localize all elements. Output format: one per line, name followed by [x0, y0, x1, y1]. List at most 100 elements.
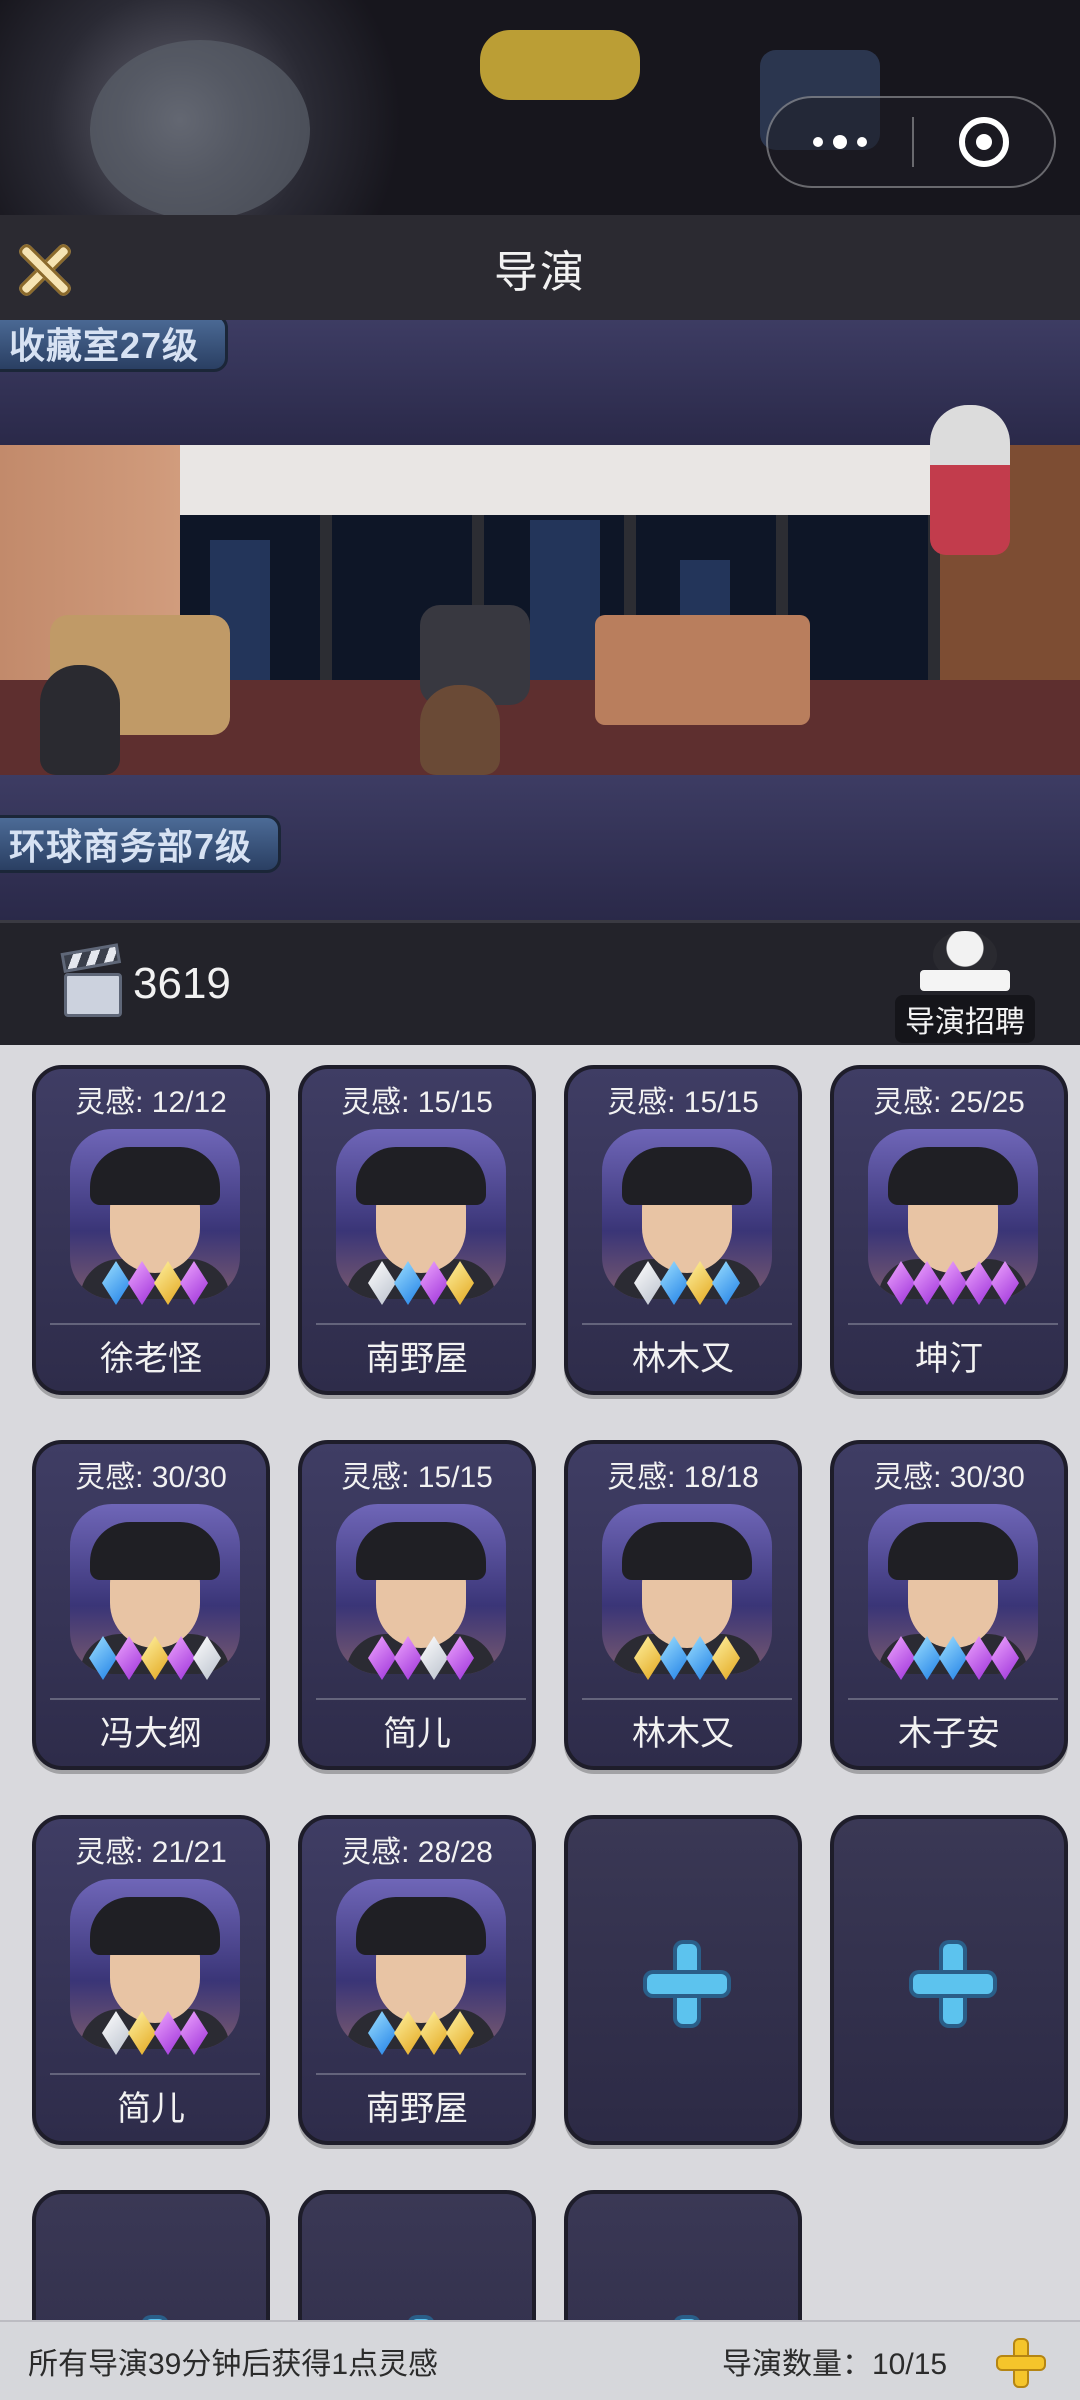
gem-icon [446, 2011, 474, 2055]
app-root: 导演 收藏室27级 环球商务部7级 3619 导演招聘 灵感: 12/12 徐老… [0, 0, 1080, 2400]
gem-icon [634, 1636, 662, 1680]
target-icon [959, 117, 1009, 167]
empty-director-slot[interactable] [32, 2190, 270, 2325]
add-director-slot-icon[interactable] [998, 2340, 1044, 2386]
gem-icon [991, 1261, 1019, 1305]
gem-icon [913, 1636, 941, 1680]
gem-icon [712, 1261, 740, 1305]
gem-icon [368, 2011, 396, 2055]
inspiration-label: 灵感: 21/21 [75, 1836, 227, 1869]
empty-director-slot[interactable] [564, 1815, 802, 2145]
gem-rating [70, 1636, 240, 1682]
paper-icon [920, 969, 1010, 991]
film-score: 3619 [133, 959, 231, 1008]
director-card[interactable]: 灵感: 15/15 南野屋 [298, 1065, 536, 1395]
gem-icon [394, 2011, 422, 2055]
gem-icon [712, 1636, 740, 1680]
inspiration-label: 灵感: 15/15 [607, 1086, 759, 1119]
gem-rating [336, 2011, 506, 2057]
empty-director-slot[interactable] [830, 1815, 1068, 2145]
director-card[interactable]: 灵感: 12/12 徐老怪 [32, 1065, 270, 1395]
building-scene: 收藏室27级 环球商务部7级 [0, 320, 1080, 920]
gem-icon [420, 1261, 448, 1305]
gem-icon [154, 2011, 182, 2055]
scene-object [480, 30, 640, 100]
director-name: 简儿 [383, 1715, 451, 1753]
director-count: 导演数量：10/15 [722, 2348, 948, 2381]
director-card[interactable]: 灵感: 30/30 冯大纲 [32, 1440, 270, 1770]
director-card[interactable]: 灵感: 15/15 简儿 [298, 1440, 536, 1770]
more-options-button[interactable] [768, 98, 912, 186]
dot-icon [857, 137, 867, 147]
page-title: 导演 [494, 247, 586, 297]
footer-bar: 所有导演39分钟后获得1点灵感 导演数量：10/15 [0, 2320, 1080, 2400]
director-card[interactable]: 灵感: 21/21 简儿 [32, 1815, 270, 2145]
office-room [0, 405, 1080, 775]
dot-icon [813, 137, 823, 147]
director-card[interactable]: 灵感: 18/18 林木又 [564, 1440, 802, 1770]
character-director[interactable] [930, 405, 1010, 555]
director-panel: 3619 导演招聘 灵感: 12/12 徐老怪 灵感: 15/15 南野屋 灵感: 15… [0, 920, 1080, 2400]
room-sign-mid[interactable]: 环球商务部7级 [0, 815, 282, 873]
director-grid: 灵感: 12/12 徐老怪 灵感: 15/15 南野屋 灵感: 15/15 林木又 灵感: … [0, 1045, 1080, 2325]
gem-rating [336, 1636, 506, 1682]
director-name: 坤汀 [915, 1340, 983, 1378]
character-npc[interactable] [40, 665, 120, 775]
director-name: 徐老怪 [100, 1340, 202, 1378]
recruit-label: 导演招聘 [895, 995, 1035, 1043]
inspiration-label: 灵感: 30/30 [75, 1461, 227, 1494]
director-card[interactable]: 灵感: 15/15 林木又 [564, 1065, 802, 1395]
plus-icon [647, 1944, 727, 2024]
gem-icon [420, 2011, 448, 2055]
scene-object [90, 40, 310, 220]
director-card[interactable]: 灵感: 28/28 南野屋 [298, 1815, 536, 2145]
director-card[interactable]: 灵感: 30/30 木子安 [830, 1440, 1068, 1770]
gem-icon [420, 1636, 448, 1680]
character-npc[interactable] [420, 685, 500, 775]
header-bar: 导演 [0, 215, 1080, 320]
gem-rating [336, 1261, 506, 1307]
gem-icon [887, 1636, 915, 1680]
director-name: 南野屋 [366, 2090, 468, 2128]
close-icon[interactable] [14, 239, 74, 299]
plus-icon [913, 1944, 993, 2024]
gem-icon [394, 1636, 422, 1680]
inspiration-label: 灵感: 25/25 [873, 1086, 1025, 1119]
inspiration-label: 灵感: 15/15 [341, 1086, 493, 1119]
gem-icon [446, 1261, 474, 1305]
director-name: 林木又 [632, 1715, 734, 1753]
gem-icon [128, 2011, 156, 2055]
empty-director-slot[interactable] [298, 2190, 536, 2325]
director-card[interactable]: 灵感: 25/25 坤汀 [830, 1065, 1068, 1395]
gem-icon [991, 1636, 1019, 1680]
director-name: 冯大纲 [100, 1715, 202, 1753]
gem-icon [141, 1636, 169, 1680]
gem-icon [128, 1261, 156, 1305]
gem-icon [686, 1636, 714, 1680]
empty-director-slot[interactable] [564, 2190, 802, 2325]
inspiration-label: 灵感: 18/18 [607, 1461, 759, 1494]
gem-icon [102, 1261, 130, 1305]
gem-icon [939, 1636, 967, 1680]
clapperboard-icon [60, 943, 122, 1017]
gem-rating [70, 1261, 240, 1307]
panel-header: 3619 导演招聘 [0, 920, 1080, 1045]
recruit-director-button[interactable]: 导演招聘 [890, 931, 1040, 1043]
gem-icon [913, 1261, 941, 1305]
director-name: 南野屋 [366, 1340, 468, 1378]
gem-icon [180, 1261, 208, 1305]
director-name: 木子安 [898, 1715, 1000, 1753]
gem-rating [602, 1636, 772, 1682]
gem-icon [686, 1261, 714, 1305]
gem-rating [868, 1636, 1038, 1682]
gem-icon [180, 2011, 208, 2055]
gem-icon [193, 1636, 221, 1680]
gem-icon [965, 1636, 993, 1680]
room-sign-top[interactable]: 收藏室27级 [0, 320, 229, 372]
inspiration-notice: 所有导演39分钟后获得1点灵感 [28, 2348, 439, 2381]
inspiration-label: 灵感: 28/28 [341, 1836, 493, 1869]
gem-rating [602, 1261, 772, 1307]
gem-icon [887, 1261, 915, 1305]
close-miniprogram-button[interactable] [914, 117, 1054, 167]
inspiration-label: 灵感: 12/12 [75, 1086, 227, 1119]
